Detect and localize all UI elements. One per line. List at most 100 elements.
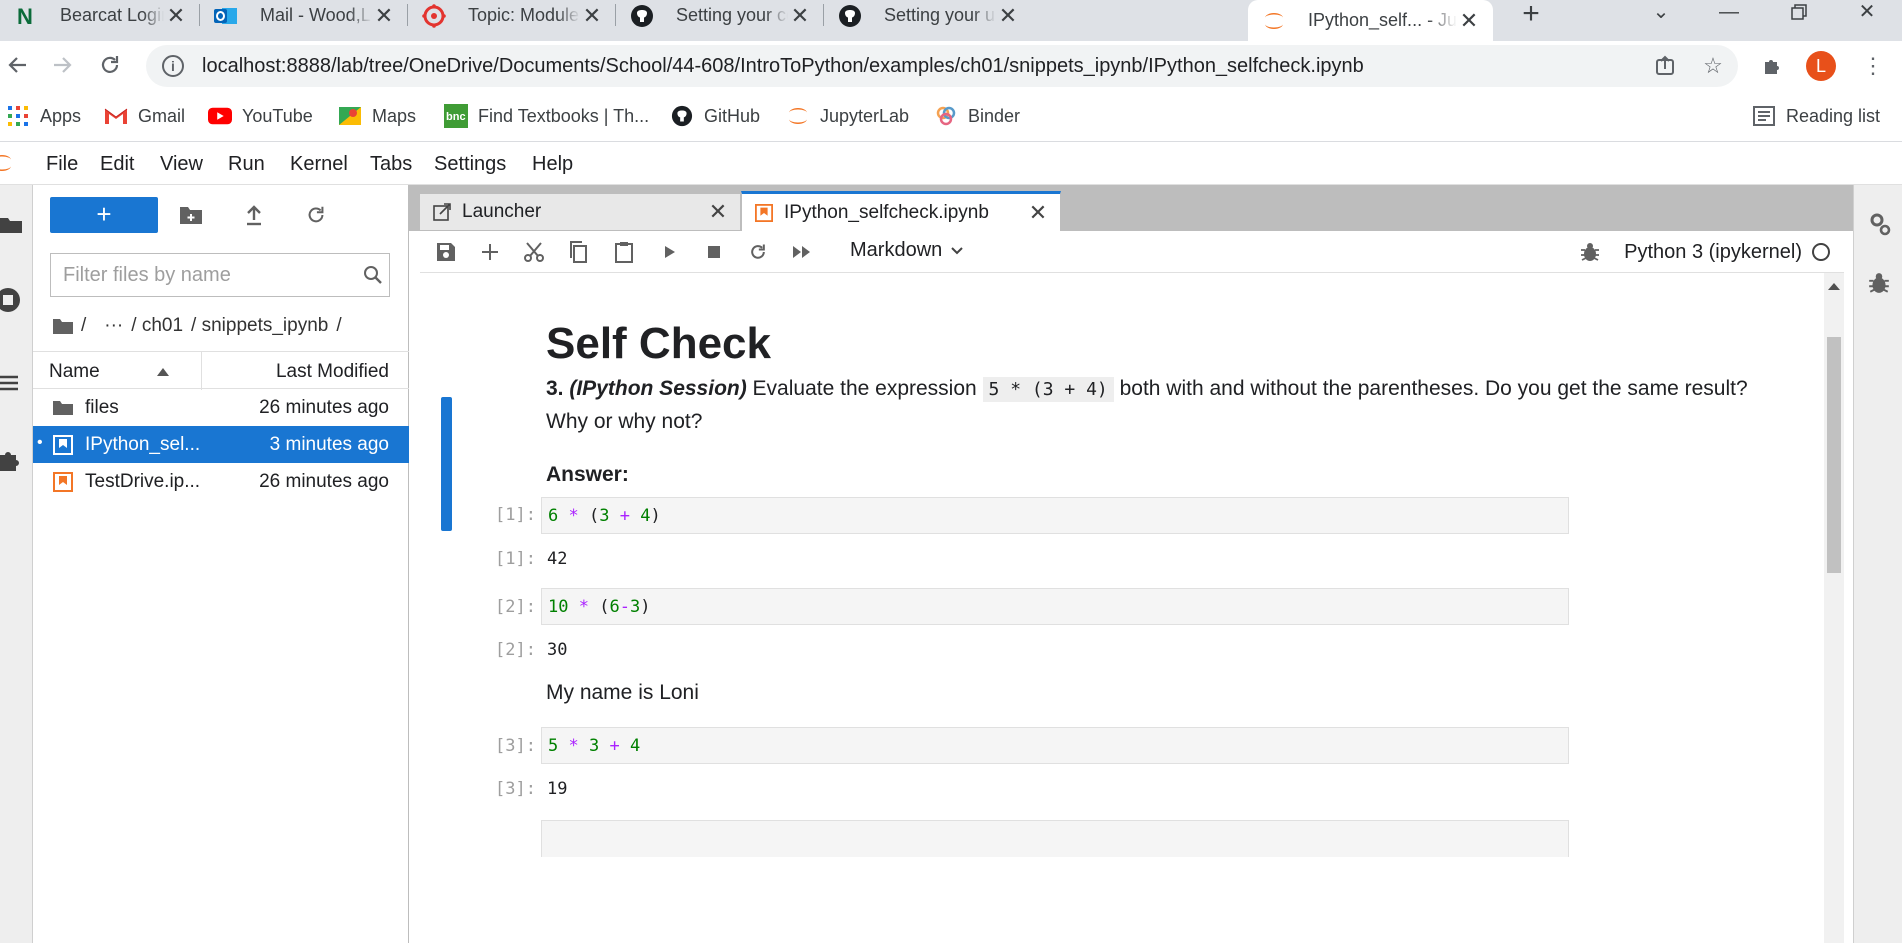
bookmark-jupyterlab[interactable]: JupyterLab <box>786 102 909 130</box>
github-icon <box>670 104 694 128</box>
bookmark-binder[interactable]: Binder <box>934 102 1020 130</box>
run-all-icon[interactable] <box>790 240 814 264</box>
breadcrumb-ellipsis[interactable]: ··· <box>104 315 123 337</box>
close-icon[interactable]: ✕ <box>996 3 1020 29</box>
cell-type-select[interactable]: Markdown <box>850 239 964 262</box>
github-icon <box>838 4 862 28</box>
new-launcher-button[interactable]: + <box>50 197 158 233</box>
close-icon[interactable]: ✕ <box>1457 8 1481 34</box>
folder-icon[interactable] <box>0 213 22 237</box>
menu-tabs[interactable]: Tabs <box>370 153 412 176</box>
profile-avatar[interactable]: L <box>1806 51 1836 81</box>
code-cell-input[interactable]: 6 * (3 + 4) <box>541 497 1569 534</box>
share-icon[interactable] <box>1652 53 1678 79</box>
table-of-contents-icon[interactable] <box>0 371 22 395</box>
breadcrumb-snippets[interactable]: / snippets_ipynb <box>191 315 328 337</box>
bookmark-label: Binder <box>968 105 1021 126</box>
add-cell-icon[interactable] <box>478 240 502 264</box>
browser-tab-jupyter[interactable]: IPython_self... - Jup ✕ <box>1248 0 1493 41</box>
menu-kernel[interactable]: Kernel <box>290 153 348 176</box>
tab-title: Bearcat Login | Nor <box>60 5 164 25</box>
browser-tab-github-1[interactable]: Setting your comm ✕ <box>616 0 824 31</box>
column-modified-header[interactable]: Last Modified <box>276 361 389 383</box>
breadcrumb-ch01[interactable]: / ch01 <box>131 315 183 337</box>
tab-search-icon[interactable]: ⌄ <box>1636 0 1686 28</box>
restart-kernel-icon[interactable] <box>746 240 770 264</box>
browser-tab-bearcat[interactable]: N Bearcat Login | Nor ✕ <box>0 0 200 31</box>
close-icon[interactable]: ✕ <box>372 3 396 29</box>
close-icon[interactable]: ✕ <box>788 3 812 29</box>
back-button[interactable] <box>0 47 36 83</box>
browser-tab-github-2[interactable]: Setting your userna ✕ <box>824 0 1032 31</box>
menu-edit[interactable]: Edit <box>100 153 134 176</box>
new-folder-icon[interactable] <box>178 202 204 228</box>
tab-launcher[interactable]: Launcher ✕ <box>419 193 741 231</box>
breadcrumb: / ··· / ch01 / snippets_ipynb / <box>53 311 350 341</box>
property-inspector-gears-icon[interactable] <box>1868 211 1892 236</box>
notebook-icon <box>53 472 73 492</box>
new-tab-button[interactable]: + <box>1514 0 1548 29</box>
close-icon[interactable]: ✕ <box>164 3 188 29</box>
file-row-ipython-selfcheck[interactable]: • IPython_sel... 3 minutes ago <box>33 426 409 463</box>
menu-settings[interactable]: Settings <box>434 153 506 176</box>
browser-tab-canvas[interactable]: Topic: Module 1: En ✕ <box>408 0 616 31</box>
running-sessions-icon[interactable] <box>0 287 22 312</box>
copy-icon[interactable] <box>566 240 590 264</box>
filter-files-field[interactable] <box>50 253 390 297</box>
markdown-line: My name is Loni <box>546 681 699 704</box>
bookmark-star-icon[interactable]: ☆ <box>1700 53 1726 79</box>
breadcrumb-root-folder-icon[interactable] <box>53 317 73 335</box>
extension-manager-icon[interactable] <box>0 449 22 473</box>
filter-files-input[interactable] <box>51 255 357 295</box>
bookmark-gmail[interactable]: Gmail <box>104 102 185 130</box>
site-info-icon[interactable]: i <box>162 55 184 77</box>
browser-menu-icon[interactable]: ⋮ <box>1860 53 1886 79</box>
menu-run[interactable]: Run <box>228 153 265 176</box>
reload-button[interactable] <box>92 47 128 83</box>
cell-output: 19 <box>547 779 568 799</box>
cut-icon[interactable] <box>522 240 546 264</box>
debugger-icon[interactable] <box>1578 240 1602 264</box>
browser-tab-mail[interactable]: Mail - Wood,Loni J ✕ <box>200 0 408 31</box>
maximize-button[interactable] <box>1772 0 1822 28</box>
reading-list-button[interactable]: Reading list <box>1752 102 1880 130</box>
close-icon[interactable]: ✕ <box>706 199 730 225</box>
kernel-name[interactable]: Python 3 (ipykernel) <box>1624 241 1802 264</box>
menu-view[interactable]: View <box>160 153 203 176</box>
column-name-header[interactable]: Name <box>49 361 100 383</box>
menu-file[interactable]: File <box>46 153 78 176</box>
refresh-icon[interactable] <box>303 202 329 228</box>
bookmark-github[interactable]: GitHub <box>670 102 760 130</box>
notebook-scrollbar[interactable] <box>1824 273 1844 943</box>
launcher-icon <box>432 202 452 222</box>
close-window-button[interactable]: ✕ <box>1842 0 1892 28</box>
code-cell-input[interactable] <box>541 820 1569 857</box>
extensions-puzzle-icon[interactable] <box>1760 53 1786 79</box>
bookmark-youtube[interactable]: YouTube <box>208 102 313 130</box>
tab-ipython-selfcheck[interactable]: IPython_selfcheck.ipynb ✕ <box>741 191 1061 231</box>
close-icon[interactable]: ✕ <box>1026 200 1050 226</box>
minimize-button[interactable]: — <box>1704 0 1754 28</box>
run-cell-icon[interactable] <box>658 240 682 264</box>
open-indicator-icon: • <box>37 434 43 451</box>
url-bar[interactable]: i localhost:8888/lab/tree/OneDrive/Docum… <box>146 45 1738 87</box>
forward-button[interactable] <box>44 47 80 83</box>
file-row-testdrive[interactable]: TestDrive.ip... 26 minutes ago <box>33 463 409 500</box>
code-cell-input[interactable]: 5 * 3 + 4 <box>541 727 1569 764</box>
binder-icon <box>934 104 958 128</box>
scrollbar-thumb[interactable] <box>1827 337 1841 573</box>
paste-icon[interactable] <box>612 240 636 264</box>
scroll-up-arrow-icon[interactable] <box>1828 283 1840 290</box>
save-icon[interactable] <box>434 240 458 264</box>
bookmark-textbooks[interactable]: bnc Find Textbooks | Th... <box>444 102 649 130</box>
bookmark-maps[interactable]: Maps <box>338 102 416 130</box>
upload-icon[interactable] <box>241 202 267 228</box>
bookmark-apps[interactable]: Apps <box>6 102 81 130</box>
close-icon[interactable]: ✕ <box>580 3 604 29</box>
debugger-bug-icon[interactable] <box>1868 271 1892 295</box>
code-cell-input[interactable]: 10 * (6-3) <box>541 588 1569 625</box>
apps-grid-icon <box>6 104 30 128</box>
menu-help[interactable]: Help <box>532 153 573 176</box>
file-row-files[interactable]: files 26 minutes ago <box>33 389 409 426</box>
interrupt-kernel-icon[interactable] <box>702 240 726 264</box>
